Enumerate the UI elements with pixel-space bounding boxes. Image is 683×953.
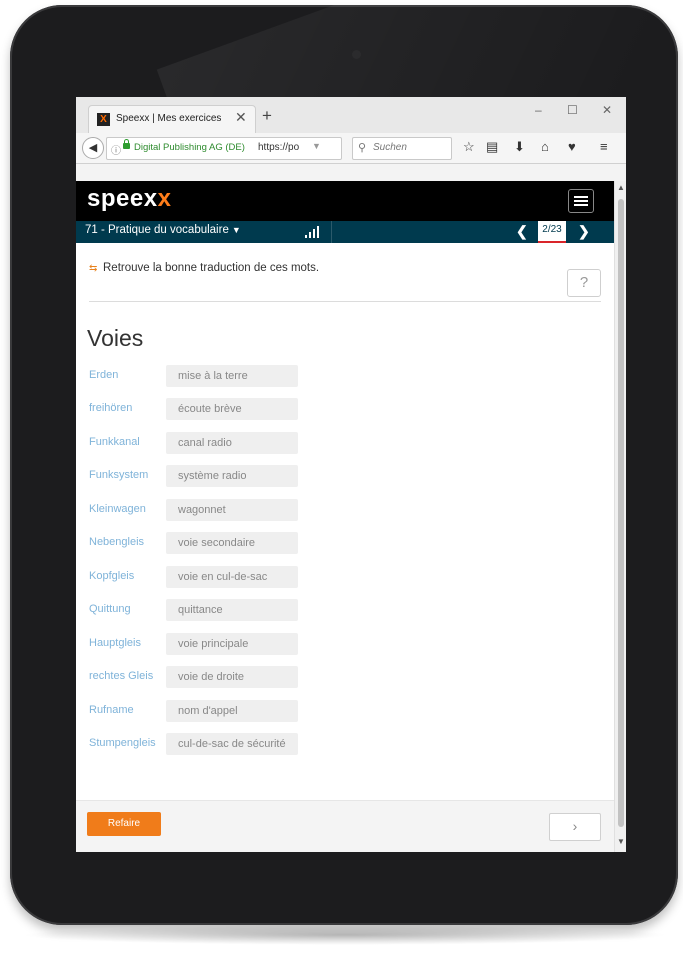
logo-text: speex [87,185,158,212]
vocab-term: Rufname [89,704,134,716]
answer-field[interactable]: voie de droite [166,666,298,688]
new-tab-button[interactable]: + [262,106,272,126]
vocab-row: Erden mise à la terre [76,365,614,387]
help-button[interactable]: ? [567,269,601,297]
shuffle-icon: ⇆ [89,263,98,274]
answer-field[interactable]: écoute brève [166,398,298,420]
vocab-row: Rufname nom d'appel [76,700,614,722]
vocab-row: Funkkanal canal radio [76,432,614,454]
signal-bars-icon[interactable] [305,226,321,238]
previous-page-button[interactable]: ❮ [516,223,528,240]
answer-field[interactable]: voie principale [166,633,298,655]
vocab-row: Kopfgleis voie en cul-de-sac [76,566,614,588]
address-bar[interactable]: ⓘ Digital Publishing AG (DE) https://po … [106,137,366,160]
vocab-row: Hauptgleis voie principale [76,633,614,655]
answer-field[interactable]: nom d'appel [166,700,298,722]
answer-field[interactable]: quittance [166,599,298,621]
maximize-button[interactable]: ☐ [567,103,578,117]
vocab-row: Quittung quittance [76,599,614,621]
reader-icon[interactable]: ▤ [486,139,498,155]
site-identity: Digital Publishing AG (DE) [134,142,245,153]
next-page-button[interactable]: ❯ [578,223,590,240]
answer-field[interactable]: wagonnet [166,499,298,521]
exercise-title: Voies [87,325,144,351]
answer-field[interactable]: voie en cul-de-sac [166,566,298,588]
vocab-row: Kleinwagen wagonnet [76,499,614,521]
close-window-button[interactable]: ✕ [602,103,612,117]
vocab-term: Erden [89,369,119,381]
vocab-row: freihören écoute brève [76,398,614,420]
home-icon[interactable]: ⌂ [541,139,549,154]
answer-field[interactable]: cul-de-sac de sécurité [166,733,298,755]
next-exercise-button[interactable]: › [549,813,601,841]
lesson-bar: 71 - Pratique du vocabulaire ▼ ❮ 2/23 ❯ [76,221,614,243]
navigation-toolbar: ◀ ⓘ Digital Publishing AG (DE) https://p… [76,133,626,164]
vocab-term: Stumpengleis [89,737,156,749]
hamburger-menu-icon[interactable] [568,189,594,213]
scroll-thumb[interactable] [618,199,624,827]
star-icon[interactable]: ☆ [463,139,475,155]
vocab-row: Nebengleis voie secondaire [76,532,614,554]
vocab-term: Nebengleis [89,536,145,548]
logo-accent: x [157,185,172,212]
divider [331,221,332,243]
scroll-up-icon[interactable]: ▲ [617,183,625,192]
search-placeholder: Suchen [373,142,407,153]
vocab-term: Quittung [89,603,131,615]
back-button[interactable]: ◀ [82,137,104,159]
vocab-row: rechtes Gleis voie de droite [76,666,614,688]
answer-field[interactable]: système radio [166,465,298,487]
divider [89,301,601,302]
browser-tab[interactable]: X Speexx | Mes exercices ✕ [88,105,256,134]
minimize-button[interactable]: – [535,103,542,117]
url-dropdown-icon[interactable]: ▼ [312,141,321,151]
chevron-down-icon: ▼ [231,225,241,235]
page-indicator: 2/23 [538,221,566,243]
answer-field[interactable]: voie secondaire [166,532,298,554]
pocket-icon[interactable]: ♥ [568,139,576,154]
vocab-term: Kopfgleis [89,570,135,582]
lesson-selector[interactable]: 71 - Pratique du vocabulaire ▼ [85,224,241,236]
vocab-term: Hauptgleis [89,637,141,649]
instruction-text: Retrouve la bonne traduction de ces mots… [103,262,320,274]
answer-field[interactable]: mise à la terre [166,365,298,387]
menu-icon[interactable]: ≡ [600,139,608,154]
camera-icon [352,50,361,59]
url-text[interactable]: https://po [258,142,299,153]
browser-window: X Speexx | Mes exercices ✕ + – ☐ ✕ ◀ ⓘ D… [76,97,626,852]
app-header: speexx [76,181,614,221]
answer-field[interactable]: canal radio [166,432,298,454]
vocab-term: freihören [89,402,133,414]
speexx-logo[interactable]: speexx [87,185,171,213]
tab-title: Speexx | Mes exercices [116,113,222,124]
vocab-term: rechtes Gleis [89,670,154,682]
vocab-term: Funkkanal [89,436,140,448]
tab-close-icon[interactable]: ✕ [235,109,247,126]
title-bar: X Speexx | Mes exercices ✕ + – ☐ ✕ [76,97,626,134]
lock-icon [123,139,130,149]
info-icon[interactable]: ⓘ [111,142,121,157]
scrollbar[interactable]: ▲ ▼ [614,181,626,852]
lesson-title: 71 - Pratique du vocabulaire [85,224,229,236]
vocab-term: Kleinwagen [89,503,146,515]
scroll-down-icon[interactable]: ▼ [617,837,625,846]
exercise-footer: Refaire › [76,800,614,852]
search-icon: ⚲ [358,142,367,154]
download-icon[interactable]: ⬇ [514,139,525,155]
vocab-term: Funksystem [89,469,149,481]
speexx-favicon-icon: X [97,113,110,126]
page-viewport: speexx 71 - Pratique du vocabulaire ▼ ❮ 2… [76,181,614,852]
vocab-row: Funksystem système radio [76,465,614,487]
redo-button[interactable]: Refaire [87,812,161,836]
device-shadow [20,925,670,945]
arrow-left-icon: ◀ [88,142,98,154]
search-input[interactable]: ⚲ Suchen [352,137,452,160]
vocab-row: Stumpengleis cul-de-sac de sécurité [76,733,614,755]
